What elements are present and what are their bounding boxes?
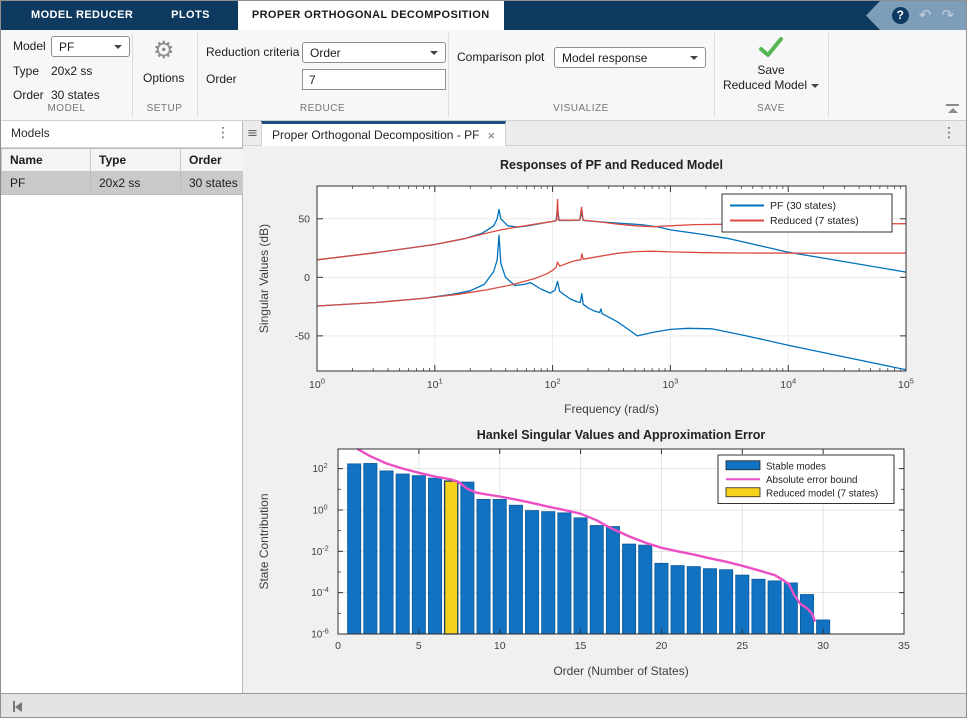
col-type[interactable]: Type: [91, 149, 181, 172]
svg-text:25: 25: [736, 640, 748, 652]
svg-text:Absolute error bound: Absolute error bound: [766, 475, 858, 486]
section-label-reduce: REDUCE: [197, 103, 448, 114]
svg-text:104: 104: [780, 377, 796, 391]
svg-text:0: 0: [335, 640, 341, 652]
chevron-down-icon: [114, 45, 122, 49]
svg-text:10-6: 10-6: [311, 626, 329, 640]
svg-text:Singular Values (dB): Singular Values (dB): [257, 224, 271, 333]
svg-text:20: 20: [656, 640, 668, 652]
chevron-down-icon: [430, 51, 438, 55]
svg-text:5: 5: [416, 640, 422, 652]
tab-list-icon[interactable]: ≡: [247, 126, 258, 141]
toolstrip: Model PF Type 20x2 ss Order 30 states MO…: [1, 30, 967, 121]
close-icon[interactable]: ×: [487, 128, 495, 143]
cell-type[interactable]: 20x2 ss: [91, 172, 181, 195]
models-panel-header: Models ⋮: [1, 121, 242, 148]
table-row[interactable]: PF 20x2 ss 30 states: [2, 172, 270, 195]
svg-text:PF (30 states): PF (30 states): [770, 200, 836, 212]
comparison-plot-label: Comparison plot: [457, 47, 544, 68]
svg-text:102: 102: [312, 461, 327, 475]
svg-text:105: 105: [898, 377, 914, 391]
gear-icon[interactable]: ⚙: [153, 38, 175, 62]
save-reduced-model-button[interactable]: Save Reduced Model: [714, 30, 828, 93]
save-button-line1: Save: [714, 63, 828, 77]
check-icon: [758, 36, 784, 58]
svg-text:10-2: 10-2: [311, 544, 329, 558]
svg-text:103: 103: [662, 377, 678, 391]
section-label-setup: SETUP: [132, 103, 197, 114]
models-panel: Models ⋮ Name Type Order PF 20x2 ss 30 s…: [1, 121, 243, 693]
help-icon[interactable]: ?: [892, 7, 909, 24]
svg-text:Frequency (rad/s): Frequency (rad/s): [564, 402, 659, 416]
panel-menu-icon[interactable]: ⋮: [216, 125, 230, 141]
order-input[interactable]: [302, 69, 446, 90]
comparison-plot-dropdown[interactable]: Model response: [554, 47, 706, 68]
tab-plots[interactable]: PLOTS: [157, 1, 224, 30]
document-tab-bar: ≡ Proper Orthogonal Decomposition - PF ×…: [243, 121, 967, 146]
svg-text:0: 0: [304, 272, 310, 284]
hankel-plot: 0 5 10 15 20 25 30 35 10-6 10-4 10-2 100 102 Stable m…: [253, 421, 958, 683]
chevron-down-icon: [690, 56, 698, 60]
svg-text:Responses of PF and Reduced Mo: Responses of PF and Reduced Model: [500, 158, 723, 172]
undo-icon[interactable]: ↶: [919, 1, 932, 30]
collapse-panel-left-icon[interactable]: [13, 701, 22, 712]
collapse-ribbon-icon[interactable]: [946, 104, 959, 113]
quick-access-banner: ? ↶ ↷: [866, 1, 967, 30]
save-button-line2: Reduced Model: [714, 77, 828, 93]
titlebar: MODEL REDUCER PLOTS PROPER ORTHOGONAL DE…: [1, 1, 967, 30]
svg-text:100: 100: [312, 502, 327, 516]
reduction-criteria-dropdown[interactable]: Order: [302, 42, 446, 63]
document-tab-title: Proper Orthogonal Decomposition - PF: [272, 128, 479, 142]
models-panel-title: Models: [11, 126, 50, 140]
svg-text:102: 102: [545, 377, 561, 391]
svg-text:15: 15: [575, 640, 587, 652]
tab-proper-orthogonal-decomposition[interactable]: PROPER ORTHOGONAL DECOMPOSITION: [238, 1, 504, 30]
document-tab-pod-pf[interactable]: Proper Orthogonal Decomposition - PF ×: [261, 121, 506, 146]
model-dropdown[interactable]: PF: [51, 36, 130, 57]
svg-text:100: 100: [309, 377, 325, 391]
model-label: Model: [13, 36, 46, 57]
section-divider: [828, 33, 829, 117]
section-label-save: SAVE: [714, 103, 828, 114]
type-label: Type: [13, 61, 39, 82]
response-plot: 100 101 102 103 104 105 50 0 -50 PF (30 states) Re…: [253, 151, 958, 421]
svg-text:Reduced (7 states): Reduced (7 states): [770, 215, 859, 227]
cell-name[interactable]: PF: [2, 172, 91, 195]
redo-icon[interactable]: ↷: [941, 1, 954, 30]
svg-text:35: 35: [898, 640, 910, 652]
svg-text:Stable modes: Stable modes: [766, 461, 826, 472]
document-menu-icon[interactable]: ⋮: [942, 125, 956, 141]
figure-area: 100101102103104105500-50PF (30 states)Re…: [243, 146, 967, 693]
svg-text:30: 30: [817, 640, 829, 652]
comparison-plot-value: Model response: [562, 51, 647, 65]
svg-text:-50: -50: [295, 330, 310, 342]
section-label-visualize: VISUALIZE: [448, 103, 714, 114]
reduction-criteria-value: Order: [310, 46, 341, 60]
chevron-down-icon: [811, 84, 819, 88]
section-label-model: MODEL: [1, 103, 132, 114]
type-value: 20x2 ss: [51, 61, 92, 82]
svg-text:101: 101: [427, 377, 443, 391]
col-name[interactable]: Name: [2, 149, 91, 172]
options-button[interactable]: Options: [143, 68, 184, 89]
svg-text:Hankel Singular Values and App: Hankel Singular Values and Approximation…: [477, 428, 766, 442]
models-table: Name Type Order PF 20x2 ss 30 states: [1, 148, 270, 195]
svg-text:10-4: 10-4: [311, 585, 329, 599]
svg-text:50: 50: [298, 213, 310, 225]
reduction-criteria-label: Reduction criteria: [206, 42, 299, 63]
svg-text:10: 10: [494, 640, 506, 652]
models-table-header: Name Type Order: [2, 149, 270, 172]
reduce-order-label: Order: [206, 69, 237, 90]
svg-text:Reduced model (7 states): Reduced model (7 states): [766, 488, 878, 499]
svg-text:Order (Number of States): Order (Number of States): [553, 664, 688, 678]
svg-text:State Contribution: State Contribution: [257, 493, 271, 589]
tab-model-reducer[interactable]: MODEL REDUCER: [17, 1, 147, 30]
model-reducer-app: MODEL REDUCER PLOTS PROPER ORTHOGONAL DE…: [0, 0, 967, 718]
status-bar: [1, 693, 967, 718]
model-dropdown-value: PF: [59, 40, 74, 54]
